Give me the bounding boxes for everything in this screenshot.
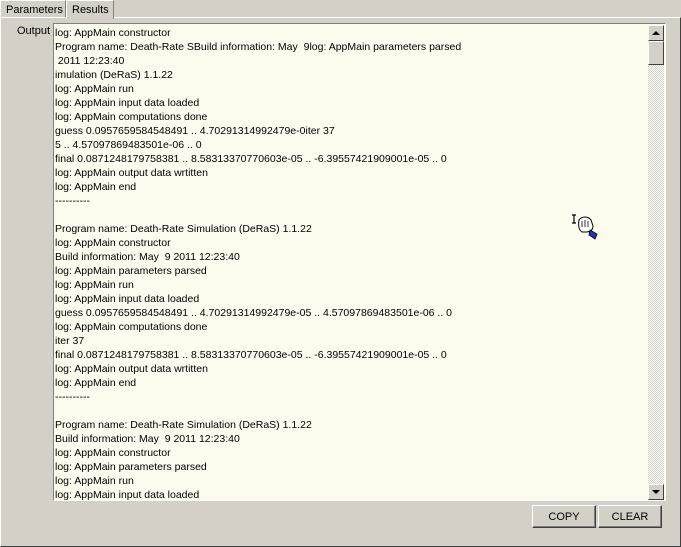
log-line: log: AppMain constructor xyxy=(55,237,171,249)
log-line: guess 0.0957659584548491 .. 4.7029131499… xyxy=(55,307,453,319)
log-line: log: AppMain constructor xyxy=(55,447,171,459)
scroll-thumb[interactable] xyxy=(648,41,664,65)
log-line: final 0.0871248179758381 .. 8.5831337077… xyxy=(55,153,447,165)
log-line: imulation (DeRaS) 1.1.22 xyxy=(55,69,173,81)
log-line: log: AppMain parameters parsed xyxy=(55,461,207,473)
tab-parameters[interactable]: Parameters xyxy=(0,0,66,18)
output-textarea[interactable]: log: AppMain constructor Program name: De… xyxy=(53,23,666,501)
log-line xyxy=(55,404,649,418)
copy-button[interactable]: COPY xyxy=(532,505,596,528)
log-line: log: AppMain run xyxy=(55,475,134,487)
log-line: Program name: Death-Rate Simulation (DeR… xyxy=(55,419,312,431)
log-line: log: AppMain output data wrtitten xyxy=(55,167,208,179)
log-line: Program name: Death-Rate SBuild informat… xyxy=(55,41,462,53)
log-line: Build information: May 9 2011 12:23:40 xyxy=(55,251,240,263)
hand-pointer-cursor-icon xyxy=(572,214,598,240)
log-line: log: AppMain run xyxy=(55,279,134,291)
log-line: final 0.0871248179758381 .. 8.5831337077… xyxy=(55,349,447,361)
log-line: log: AppMain input data loaded xyxy=(55,489,200,501)
log-line: log: AppMain computations done xyxy=(55,111,208,123)
log-line: ---------- xyxy=(55,195,90,207)
tab-strip: Parameters Results xyxy=(0,0,681,19)
output-label: Output xyxy=(17,25,51,37)
log-line: log: AppMain parameters parsed xyxy=(55,265,207,277)
log-line: 2011 12:23:40 xyxy=(55,55,125,67)
log-line: log: AppMain end xyxy=(55,377,137,389)
log-line: log: AppMain output data wrtitten xyxy=(55,363,208,375)
log-line: log: AppMain run xyxy=(55,83,134,95)
log-line: log: AppMain computations done xyxy=(55,321,208,333)
log-line: guess 0.0957659584548491 .. 4.7029131499… xyxy=(55,125,335,137)
log-lines: log: AppMain constructor Program name: De… xyxy=(55,26,649,501)
scroll-up-button[interactable] xyxy=(648,25,664,41)
log-line: iter 37 xyxy=(55,335,85,347)
arrow-down-icon xyxy=(652,490,660,494)
log-line: Build information: May 9 2011 12:23:40 xyxy=(55,433,240,445)
log-line: log: AppMain input data loaded xyxy=(55,293,200,305)
log-line: log: AppMain constructor xyxy=(55,27,171,39)
log-line: 5 .. 4.57097869483501e-06 .. 0 xyxy=(55,139,202,151)
log-line: Program name: Death-Rate Simulation (DeR… xyxy=(55,223,312,235)
tab-results[interactable]: Results xyxy=(66,0,114,19)
vertical-scrollbar[interactable] xyxy=(648,25,664,500)
log-line: log: AppMain input data loaded xyxy=(55,97,200,109)
log-line: ---------- xyxy=(55,391,90,403)
log-line xyxy=(55,208,649,222)
scroll-down-button[interactable] xyxy=(648,484,664,500)
log-line: log: AppMain end xyxy=(55,181,137,193)
clear-button[interactable]: CLEAR xyxy=(598,505,662,528)
arrow-up-icon xyxy=(652,31,660,35)
